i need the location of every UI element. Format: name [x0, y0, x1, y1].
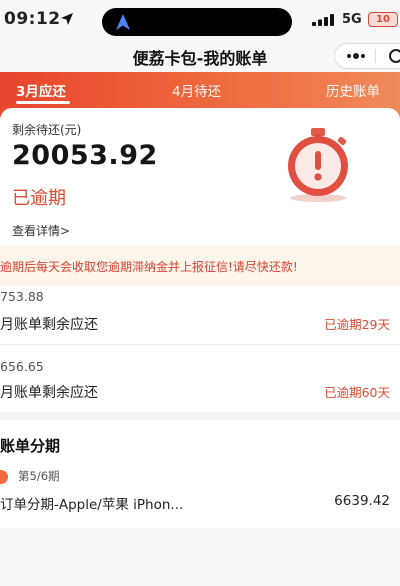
bill-list: 753.88 月账单剩余应还 已逾期29天 656.65 月账单剩余应还 已逾期… — [0, 286, 400, 412]
status-time: 09:12 — [4, 9, 61, 29]
view-details-link[interactable]: 查看详情> — [12, 222, 70, 239]
installment-item-name[interactable]: 订单分期-Apple/苹果 iPhon... — [0, 493, 183, 513]
navigation-arrow-icon — [116, 14, 130, 30]
title-bar: 便荔卡包-我的账单 — [0, 40, 400, 72]
remaining-amount: 20053.92 — [12, 140, 158, 171]
dynamic-island — [102, 8, 292, 36]
location-arrow-icon — [61, 13, 73, 25]
summary-card: 剩余待还(元) 20053.92 已逾期 查看详情> — [0, 108, 400, 246]
signal-icon — [312, 14, 334, 26]
alarm-clock-icon — [288, 128, 348, 202]
installment-amount: 6639.42 — [334, 493, 390, 509]
more-dots-icon[interactable] — [346, 51, 366, 61]
tab-history-bills[interactable]: 历史账单 — [326, 80, 380, 100]
tab-march-due[interactable]: 3月应还 — [16, 80, 66, 100]
bill-amount: 656.65 — [0, 359, 44, 374]
remaining-label: 剩余待还(元) — [12, 123, 82, 137]
installment-heading: 账单分期 — [0, 437, 61, 455]
bill-divider — [0, 344, 400, 345]
period-dot-icon — [0, 470, 8, 484]
network-type: 5G — [342, 12, 362, 27]
battery-icon: 10 — [368, 12, 398, 27]
battery-level: 10 — [376, 14, 390, 25]
installment-section: 账单分期 第5/6期 订单分期-Apple/苹果 iPhon... 6639.4… — [0, 420, 400, 528]
overdue-status: 已逾期 — [12, 188, 66, 209]
bill-overdue-status: 已逾期60天 — [324, 385, 390, 400]
status-bar: 09:12 5G 10 — [0, 0, 400, 40]
bill-overdue-status: 已逾期29天 — [324, 317, 390, 332]
overdue-notice-banner: 逾期后每天会收取您逾期滞纳金并上报征信!请尽快还款! — [0, 246, 400, 286]
mini-program-capsule — [334, 43, 400, 69]
tab-april-pending[interactable]: 4月待还 — [172, 80, 221, 100]
capsule-divider — [375, 49, 376, 63]
overdue-notice-text: 逾期后每天会收取您逾期滞纳金并上报征信!请尽快还款! — [0, 260, 298, 274]
bill-title[interactable]: 月账单剩余应还 — [0, 314, 98, 334]
bill-amount: 753.88 — [0, 289, 44, 304]
bill-title[interactable]: 月账单剩余应还 — [0, 382, 98, 402]
close-circle-icon[interactable] — [389, 49, 400, 63]
active-tab-indicator — [16, 101, 70, 104]
installment-period: 第5/6期 — [18, 469, 60, 483]
